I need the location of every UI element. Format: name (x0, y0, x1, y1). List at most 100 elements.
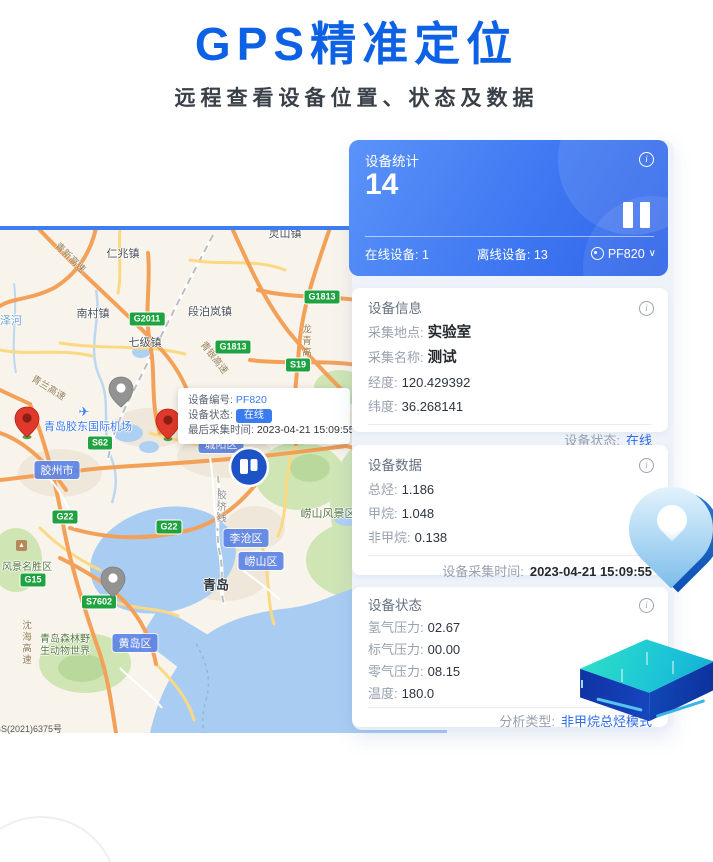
pause-icon[interactable] (623, 202, 650, 228)
device-info-title: 设备信息 (368, 288, 652, 317)
tooltip-device-no-row: 设备编号: PF820 (188, 393, 340, 408)
online-status-badge: 在线 (236, 409, 272, 423)
row-value: 0.138 (415, 530, 448, 545)
map-label-river: 泽河 (0, 312, 22, 328)
row-label: 非甲烷: (368, 530, 411, 545)
box-tick (621, 669, 623, 682)
row-value: 1.048 (402, 506, 435, 521)
row-label: 氢气压力: (368, 620, 424, 635)
tooltip-status-row: 设备状态: 在线 (188, 408, 340, 423)
map-label-city: 青岛 (203, 575, 229, 594)
divider (365, 236, 654, 237)
offline-devices-label: 离线设备: (477, 248, 530, 262)
row-value: 实验室 (428, 325, 472, 341)
data-row: 总烃: 1.186 (368, 481, 652, 498)
row-value: 00.00 (428, 642, 461, 657)
map-label-town: 段泊岚镇 (188, 303, 232, 319)
row-label: 标气压力: (368, 642, 424, 657)
device-data-title: 设备数据 (368, 445, 652, 474)
offline-devices-value: 13 (534, 248, 548, 262)
district-badge: 黄岛区 (113, 634, 158, 652)
device-statistics-card: 设备统计 i 14 在线设备: 1 离线设备: 13 PF820 ∨ (349, 140, 668, 276)
info-icon[interactable]: i (639, 598, 654, 613)
road-badge: S19 (286, 359, 310, 372)
row-label: 温度: (368, 686, 398, 701)
district-badge: 崂山区 (239, 552, 284, 570)
device-status-title: 设备状态 (368, 587, 652, 614)
header: GPS精准定位 远程查看设备位置、状态及数据 (0, 18, 713, 112)
road-badge: G1813 (304, 291, 339, 304)
gray-map-pin[interactable] (100, 566, 126, 598)
map-label-town: 七级镇 (129, 334, 162, 350)
footer-label: 分析类型: (499, 714, 555, 729)
device-marker[interactable] (227, 445, 271, 489)
data-row: 甲烷: 1.048 (368, 505, 652, 522)
device-tooltip[interactable]: 设备编号: PF820 设备状态: 在线 最后采集时间: 2023-04-21 … (178, 388, 350, 444)
row-label: 零气压力: (368, 664, 424, 679)
info-icon[interactable]: i (639, 152, 654, 167)
tooltip-status-label: 设备状态: (188, 408, 233, 423)
scenic-area-icon: ▲ (16, 540, 27, 551)
info-icon[interactable]: i (639, 301, 654, 316)
decor-arc (0, 816, 118, 862)
chevron-down-icon: ∨ (649, 248, 656, 259)
map-copyright: GS(2021)6375号 (0, 722, 62, 735)
footer-value: 2023-04-21 15:09:55 (530, 564, 652, 579)
footer-label: 设备采集时间: (442, 564, 524, 579)
district-badge: 李沧区 (224, 529, 269, 547)
box-tick (672, 661, 674, 674)
statistics-footer: 在线设备: 1 离线设备: 13 PF820 ∨ (365, 244, 656, 263)
map-label-scenic: 崂山风景区 (301, 505, 356, 521)
road-badge: S62 (88, 437, 112, 450)
row-value: 测试 (428, 350, 457, 366)
page-subtitle: 远程查看设备位置、状态及数据 (0, 82, 713, 112)
row-label: 甲烷: (368, 506, 398, 521)
collect-time-footer: 设备采集时间: 2023-04-21 15:09:55 (368, 556, 652, 588)
tooltip-time-value: 2023-04-21 15:09:55 (257, 423, 355, 438)
row-value: 08.15 (428, 664, 461, 679)
row-label: 总烃: (368, 482, 398, 497)
row-value: 120.429392 (402, 375, 471, 390)
info-row: 采集名称: 测试 (368, 349, 652, 367)
info-icon[interactable]: i (639, 458, 654, 473)
analyzer-device-3d-graphic (573, 632, 713, 724)
map-label-town: 南村镇 (77, 305, 110, 321)
gray-map-pin[interactable] (108, 376, 134, 408)
tooltip-device-no-label: 设备编号: (188, 393, 233, 408)
device-data-card: 设备数据 i 总烃:1.186 甲烷:1.048 非甲烷:0.138 设备采集时… (352, 445, 668, 575)
row-label: 采集名称: (368, 350, 424, 365)
map-road-name: 沈海高速 (18, 620, 32, 666)
tooltip-time-label: 最后采集时间: (188, 423, 254, 438)
page-title: GPS精准定位 (0, 18, 713, 70)
online-devices: 在线设备: 1 (365, 244, 429, 263)
map-label-airport: 青岛胶东国际机场 (44, 418, 132, 434)
online-devices-value: 1 (422, 248, 429, 262)
online-devices-label: 在线设备: (365, 248, 418, 262)
info-row: 纬度:36.268141 (368, 398, 652, 415)
row-label: 纬度: (368, 399, 398, 414)
map-label-forest: 生动物世界 (40, 642, 90, 657)
road-badge: G15 (20, 574, 45, 587)
map-label-scenic: 风景名胜区 (2, 558, 52, 573)
row-label: 经度: (368, 375, 398, 390)
row-value: 02.67 (428, 620, 461, 635)
road-badge: G1813 (215, 341, 250, 354)
map-top-border (0, 226, 352, 230)
device-selector-dropdown[interactable]: PF820 ∨ (591, 247, 656, 261)
info-row: 采集地点: 实验室 (368, 324, 652, 342)
info-row: 经度: 120.429392 (368, 374, 652, 391)
row-label: 采集地点: (368, 325, 424, 340)
device-total-count: 14 (365, 168, 398, 202)
tooltip-time-row: 最后采集时间: 2023-04-21 15:09:55 (188, 423, 340, 438)
red-map-pin[interactable] (14, 406, 40, 440)
row-value: 1.186 (402, 482, 435, 497)
tooltip-device-no-value[interactable]: PF820 (236, 393, 267, 408)
page: GPS精准定位 远程查看设备位置、状态及数据 (0, 0, 713, 862)
road-badge: G22 (156, 521, 181, 534)
box-tick (646, 652, 648, 665)
district-badge: 胶州市 (35, 461, 80, 479)
device-selector-value: PF820 (608, 247, 645, 261)
device-info-card: 设备信息 i 采集地点: 实验室 采集名称: 测试 经度: 120.429392 纬度… (352, 288, 668, 432)
map-road-name: 胶济线 (213, 490, 227, 525)
row-value: 180.0 (402, 686, 435, 701)
